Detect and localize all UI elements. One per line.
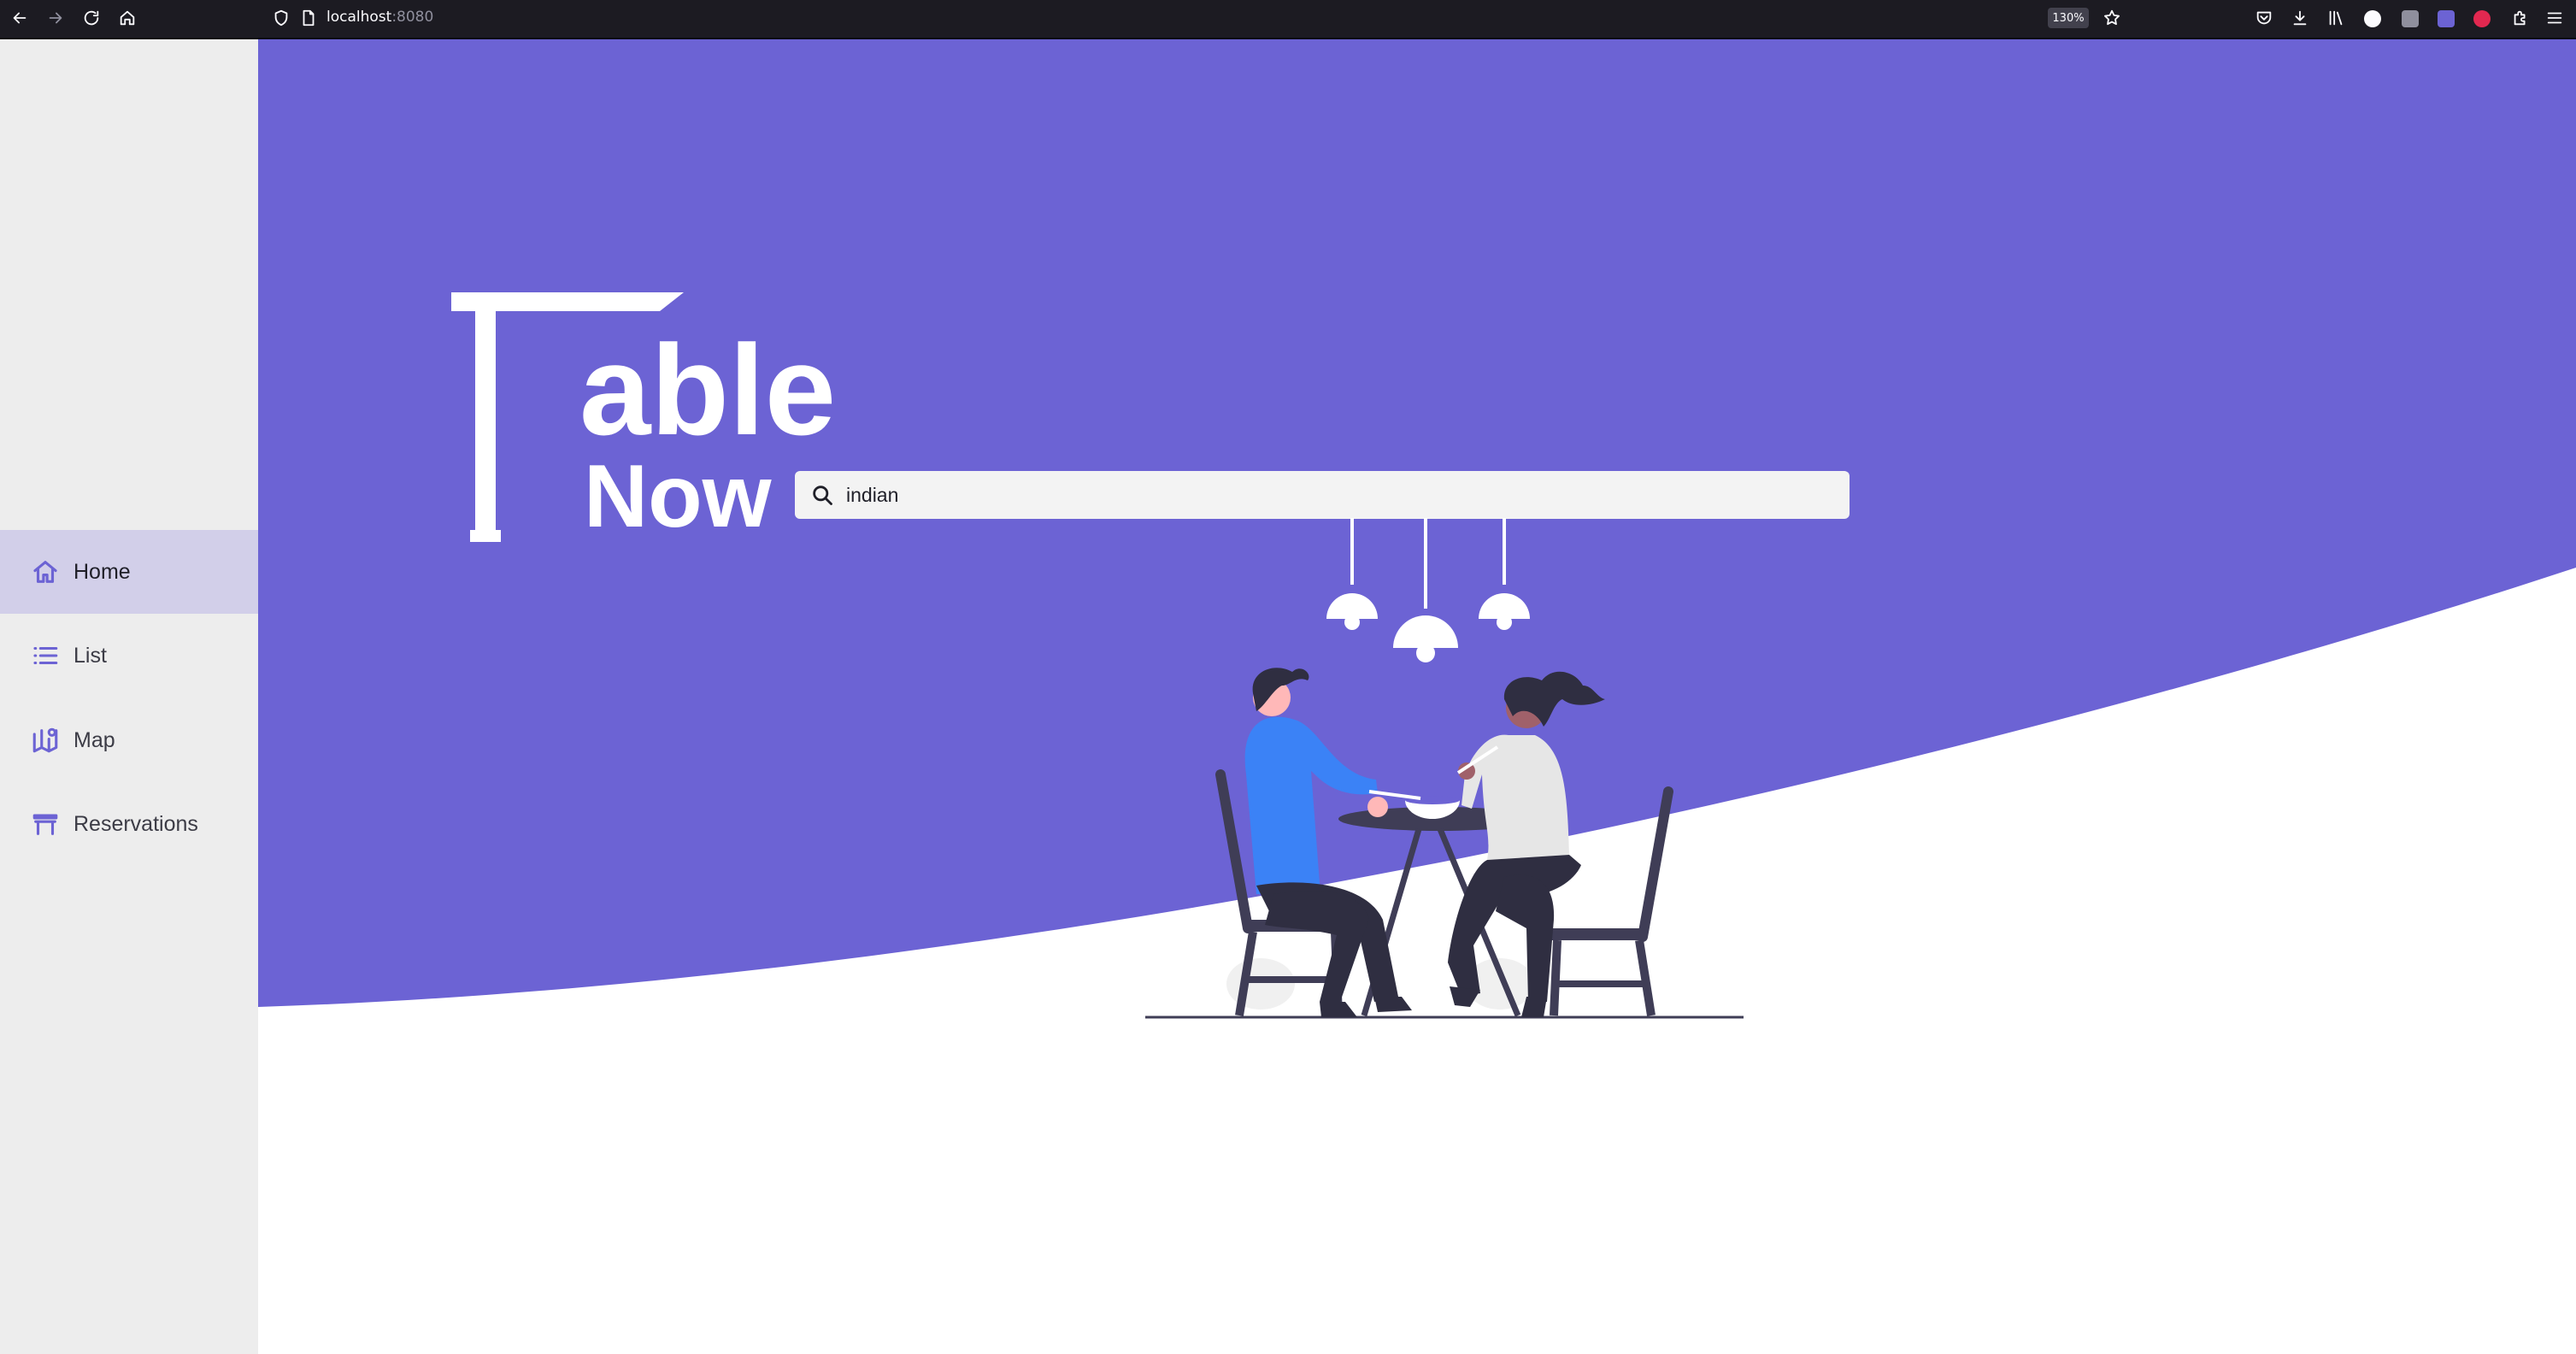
hero-section: able Now xyxy=(258,39,2576,1354)
page-info-button[interactable] xyxy=(296,5,321,31)
sidebar-item-home[interactable]: Home xyxy=(0,530,258,614)
sidebar-item-label: List xyxy=(74,643,107,668)
library-icon xyxy=(2329,10,2343,26)
extension-red-icon[interactable] xyxy=(2473,10,2491,27)
logo-text-now: Now xyxy=(584,447,773,546)
search-input[interactable] xyxy=(846,471,1829,519)
sidebar-item-map[interactable]: Map xyxy=(0,698,258,782)
arrow-right-icon xyxy=(49,12,62,24)
dining-couple-illustration xyxy=(1145,518,1744,1019)
sidebar: Home List Map Reservations xyxy=(0,39,258,1354)
list-icon xyxy=(31,641,60,670)
site-info-button[interactable] xyxy=(268,5,294,31)
map-icon xyxy=(31,726,60,755)
home-icon xyxy=(31,557,60,586)
menu-button[interactable] xyxy=(2542,5,2567,31)
reload-icon xyxy=(84,10,99,26)
extension-m-icon[interactable] xyxy=(2364,10,2381,27)
url-host: localhost xyxy=(326,9,392,26)
shield-icon xyxy=(274,9,288,26)
library-button[interactable] xyxy=(2323,5,2349,31)
pocket-icon xyxy=(2256,11,2272,25)
puzzle-icon xyxy=(2514,10,2526,26)
address-bar[interactable]: localhost:8080 xyxy=(326,9,433,26)
forward-button[interactable] xyxy=(43,5,68,31)
page-icon xyxy=(303,9,315,26)
sidebar-item-label: Map xyxy=(74,727,115,752)
extensions-button[interactable] xyxy=(2508,5,2533,31)
home-page-button[interactable] xyxy=(115,5,140,31)
pocket-button[interactable] xyxy=(2251,5,2277,31)
reload-button[interactable] xyxy=(79,5,104,31)
url-port: :8080 xyxy=(391,9,434,26)
extension-grey-icon[interactable] xyxy=(2402,10,2419,27)
bookmark-button[interactable] xyxy=(2099,5,2125,31)
sidebar-item-list[interactable]: List xyxy=(0,614,258,698)
arrow-left-icon xyxy=(13,12,26,24)
downloads-button[interactable] xyxy=(2287,5,2313,31)
download-icon xyxy=(2293,10,2307,26)
zoom-level-badge[interactable]: 130% xyxy=(2048,8,2089,28)
logo-text-able: able xyxy=(579,318,836,462)
sidebar-item-label: Reservations xyxy=(74,811,198,836)
extension-purple-icon[interactable] xyxy=(2438,10,2455,27)
back-button[interactable] xyxy=(7,5,32,31)
search-bar[interactable] xyxy=(795,471,1850,519)
search-icon xyxy=(810,483,834,507)
home-icon xyxy=(120,10,135,26)
hamburger-menu-icon xyxy=(2547,12,2562,24)
browser-toolbar: localhost:8080 130% xyxy=(0,0,2576,39)
table-icon xyxy=(31,809,60,839)
sidebar-item-label: Home xyxy=(74,559,131,584)
star-icon xyxy=(2104,9,2120,26)
sidebar-item-reservations[interactable]: Reservations xyxy=(0,782,258,866)
